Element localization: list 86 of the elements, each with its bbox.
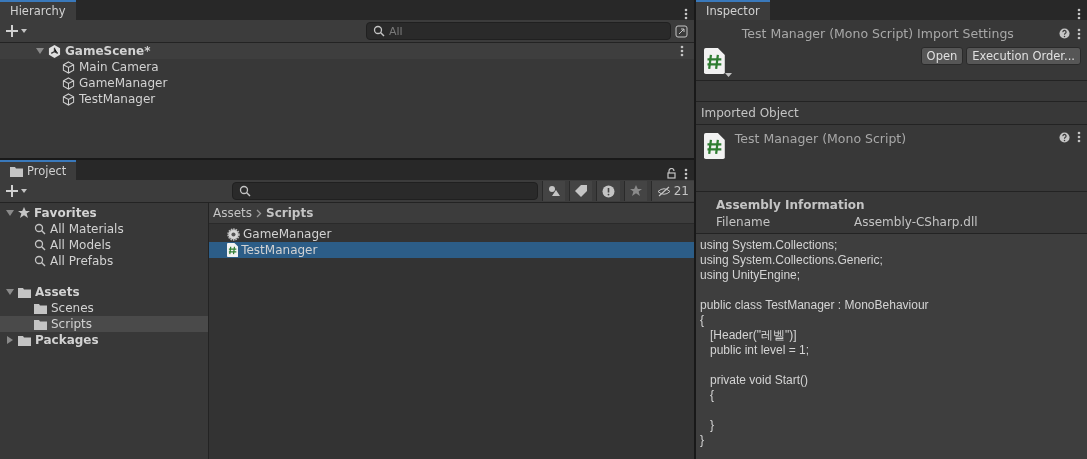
folder-icon (10, 165, 23, 177)
cube-icon (62, 92, 75, 106)
folder-item[interactable]: Packages (0, 332, 208, 348)
code-line: } (700, 433, 705, 448)
chevron-right-icon (256, 208, 263, 218)
inspector-title: Test Manager (Mono Script) Import Settings (741, 26, 1014, 41)
favorites-item[interactable]: All Models (0, 237, 208, 253)
shapes-icon (547, 185, 560, 197)
hierarchy-item[interactable]: GameManager (0, 75, 694, 91)
filename-value: Assembly-CSharp.dll (854, 215, 978, 229)
code-line: } (709, 418, 715, 433)
lock-icon[interactable] (667, 168, 676, 179)
search-icon (34, 223, 46, 235)
favorites-button[interactable] (623, 181, 647, 201)
dropdown-caret-icon[interactable] (724, 73, 732, 78)
more-options-icon[interactable] (1077, 27, 1081, 40)
add-menu-icon[interactable] (6, 25, 28, 37)
script-file-icon (704, 133, 725, 159)
help-icon[interactable] (1059, 28, 1070, 39)
favorites-item[interactable]: All Materials (0, 221, 208, 237)
favorites-item[interactable]: Favorites (0, 205, 208, 221)
open-button[interactable]: Open (920, 47, 964, 65)
search-by-label-button[interactable] (568, 181, 592, 201)
favorites-item[interactable]: All Prefabs (0, 253, 208, 269)
more-options-icon[interactable] (1077, 131, 1081, 143)
more-options-icon[interactable] (1077, 8, 1081, 20)
warning-icon (601, 184, 615, 198)
code-line: [Header("레벨")] (709, 328, 798, 343)
script-file-icon (227, 243, 239, 257)
code-line: private void Start() (709, 373, 810, 388)
search-field[interactable] (232, 182, 538, 200)
folder-icon (34, 318, 47, 330)
asset-item[interactable]: GameManager (209, 226, 694, 242)
filename-label: Filename (716, 215, 772, 229)
execution-order-button[interactable]: Execution Order... (966, 47, 1081, 65)
code-line: { (700, 313, 705, 328)
unity-logo-icon (48, 44, 61, 58)
search-icon (239, 185, 251, 197)
cube-icon (62, 60, 75, 74)
code-line: public int level = 1; (709, 343, 811, 358)
section-label: Imported Object (701, 106, 799, 120)
folder-item[interactable]: Assets (0, 284, 208, 300)
code-line: { (709, 388, 715, 403)
breadcrumb-link[interactable]: Assets (213, 206, 253, 220)
code-line: using System.Collections.Generic; (700, 253, 884, 268)
folder-item[interactable]: Scenes (0, 300, 208, 316)
star-icon (18, 207, 30, 219)
folder-item[interactable]: Scripts (0, 316, 208, 332)
hidden-eye-icon (656, 185, 671, 197)
open-folder-icon (18, 286, 31, 298)
more-options-icon[interactable] (684, 168, 688, 180)
cube-icon (62, 76, 75, 90)
object-title: Test Manager (Mono Script) (734, 131, 907, 146)
search-by-type-button[interactable] (541, 181, 565, 201)
script-file-icon (704, 48, 725, 74)
hierarchy-item[interactable]: TestManager (0, 91, 694, 107)
project-tab[interactable]: Project (0, 160, 77, 180)
folder-icon (34, 302, 47, 314)
asset-item[interactable]: TestManager (209, 242, 694, 258)
scene-search-icon[interactable] (675, 24, 688, 38)
errors-button[interactable] (595, 181, 620, 201)
breadcrumb-link[interactable]: Scripts (266, 206, 314, 220)
gear-icon (227, 227, 240, 241)
hierarchy-item[interactable]: Main Camera (0, 59, 694, 75)
search-icon (34, 255, 46, 267)
expanded-arrow-icon[interactable] (6, 209, 14, 217)
code-line: public class TestManager : MonoBehaviour (700, 298, 930, 313)
hidden-packages-button[interactable]: 21 (650, 181, 694, 201)
expanded-arrow-icon[interactable] (36, 47, 44, 55)
expanded-arrow-icon[interactable] (6, 288, 14, 296)
search-icon (373, 25, 385, 37)
star-icon (629, 185, 642, 197)
code-line: using System.Collections; (700, 238, 839, 253)
more-options-icon[interactable] (684, 8, 688, 20)
hierarchy-tab[interactable]: Hierarchy (0, 0, 76, 20)
inspector-tab[interactable]: Inspector (696, 0, 770, 20)
more-options-icon[interactable] (680, 45, 684, 57)
assembly-heading: Assembly Information (716, 198, 866, 212)
tag-icon (574, 185, 587, 197)
folder-icon (18, 334, 31, 346)
help-icon[interactable] (1059, 131, 1070, 143)
search-icon (34, 239, 46, 251)
code-line: using UnityEngine; (700, 268, 802, 283)
scene-row[interactable]: GameScene* (0, 43, 694, 59)
collapsed-arrow-icon[interactable] (6, 336, 14, 344)
add-menu-icon[interactable] (6, 185, 28, 197)
